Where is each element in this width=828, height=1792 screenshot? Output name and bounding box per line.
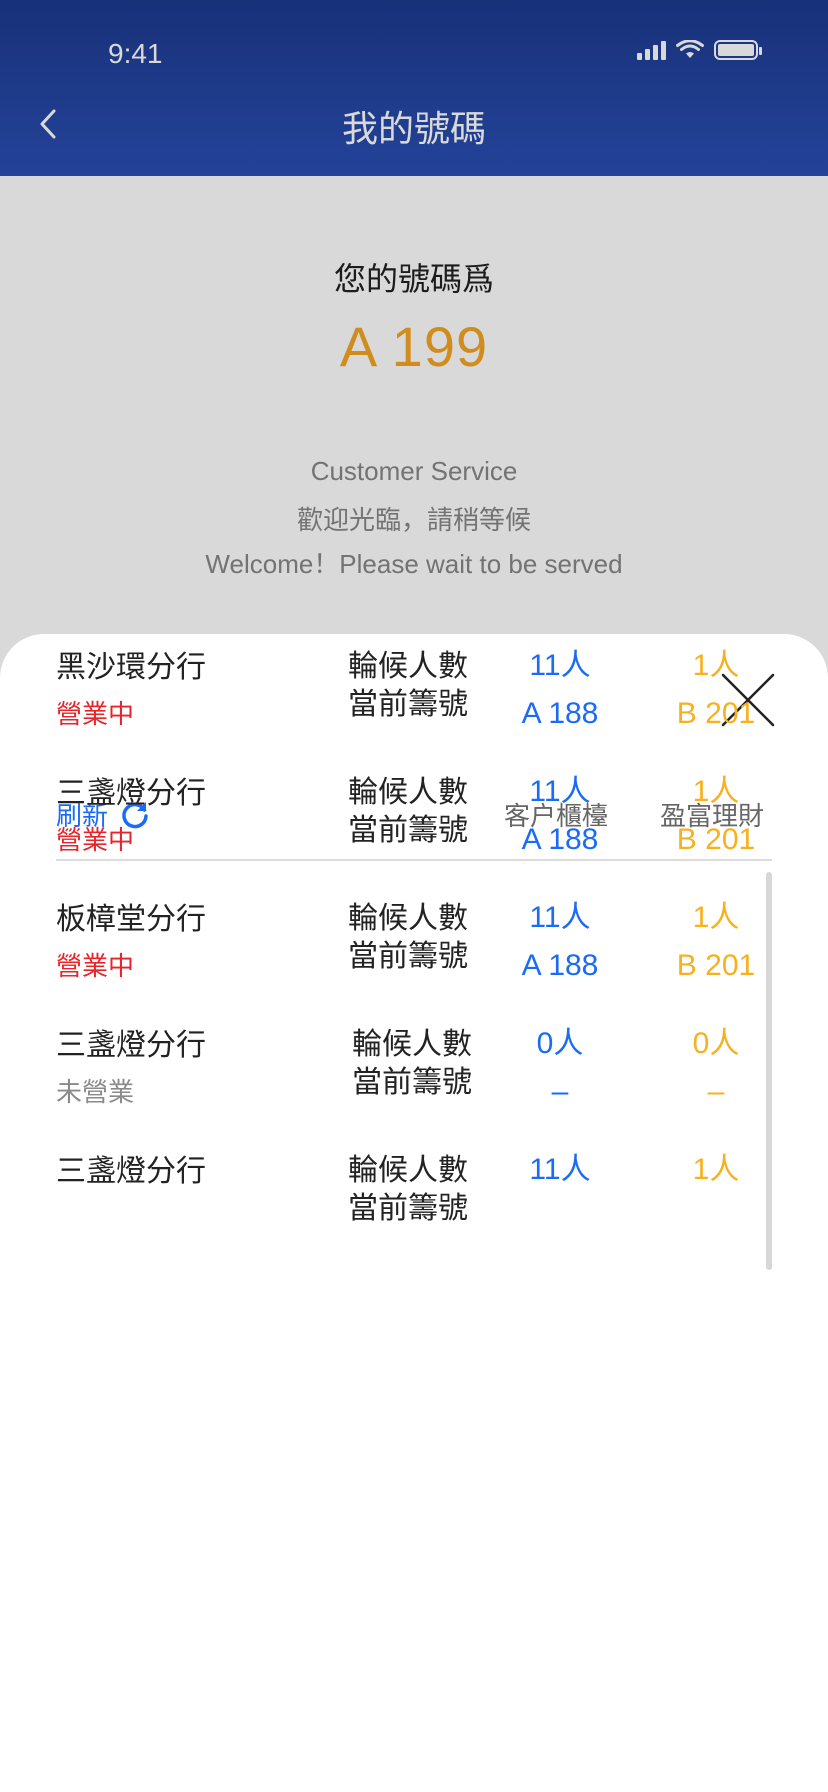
row-labels: 輪候人數 當前籌號	[352, 1026, 472, 1102]
branch-row[interactable]: 三盞燈分行營業中 輪候人數當前籌號 11人 A 188 1人 B 201	[0, 768, 828, 894]
counter-current: A 188	[521, 823, 599, 856]
counter-column: 11人	[510, 1146, 610, 1194]
counter-waiting: 11人	[529, 1153, 591, 1186]
row-labels: 輪候人數 當前籌號	[348, 648, 468, 724]
counter-waiting: 11人	[529, 775, 591, 808]
row-labels: 輪候人數 當前籌號	[348, 900, 468, 976]
wealth-column: 1人	[666, 1146, 766, 1194]
counter-current: –	[551, 1075, 569, 1108]
counter-waiting: 11人	[529, 649, 591, 682]
counter-waiting: 0人	[536, 1027, 584, 1060]
branch-row[interactable]: 板樟堂分行營業中輪候人數當前籌號11人A 1881人B 201	[0, 634, 828, 642]
current-label: 當前籌號	[348, 1192, 468, 1225]
counter-column: 11人 A 188	[510, 894, 610, 990]
wealth-waiting: 1人	[692, 649, 740, 682]
wealth-current: –	[707, 1075, 725, 1108]
branch-status: 營業中	[56, 699, 135, 729]
branch-name: 板樟堂分行	[56, 903, 206, 936]
current-label: 當前籌號	[348, 940, 468, 973]
branch-row[interactable]: 板樟堂分行營業中 輪候人數當前籌號 11人 A 188 1人 B 201	[0, 894, 828, 1020]
waiting-label: 輪候人數	[348, 776, 468, 809]
wealth-column: 1人 B 201	[666, 642, 766, 738]
counter-waiting: 11人	[529, 901, 591, 934]
wealth-current: B 201	[676, 823, 756, 856]
branch-status: 營業中	[56, 951, 135, 981]
wealth-waiting: 0人	[692, 1027, 740, 1060]
wealth-column: 1人 B 201	[666, 894, 766, 990]
current-label: 當前籌號	[348, 688, 468, 721]
waiting-label: 輪候人數	[348, 1154, 468, 1187]
current-label: 當前籌號	[348, 814, 468, 847]
bottom-sheet: 刷新 客户櫃檯 盈富理財 總行營業部營業中輪候人數當前籌號11人A 1881人B…	[0, 634, 828, 1792]
wealth-column: 0人 –	[666, 1020, 766, 1116]
counter-current: A 188	[521, 697, 599, 730]
wealth-waiting: 1人	[692, 775, 740, 808]
counter-column: 0人 –	[510, 1020, 610, 1116]
counter-column: 11人 A 188	[510, 768, 610, 864]
wealth-waiting: 1人	[692, 901, 740, 934]
row-labels: 輪候人數 當前籌號	[348, 774, 468, 850]
counter-current: A 188	[521, 949, 599, 982]
wealth-column: 1人 B 201	[666, 768, 766, 864]
counter-column: 11人 A 188	[510, 642, 610, 738]
wealth-waiting: 1人	[692, 1153, 740, 1186]
waiting-label: 輪候人數	[348, 650, 468, 683]
branch-name: 三盞燈分行	[56, 1029, 206, 1062]
branch-row[interactable]: 三盞燈分行 輪候人數當前籌號 11人 1人	[0, 1146, 828, 1272]
current-label: 當前籌號	[352, 1066, 472, 1099]
branch-row[interactable]: 三盞燈分行未營業 輪候人數當前籌號 0人 – 0人 –	[0, 1020, 828, 1146]
waiting-label: 輪候人數	[352, 1028, 472, 1061]
branch-name: 三盞燈分行	[56, 777, 206, 810]
row-labels: 輪候人數 當前籌號	[348, 1152, 468, 1228]
wealth-current: B 201	[676, 697, 756, 730]
waiting-label: 輪候人數	[348, 902, 468, 935]
branch-status: 未營業	[56, 1077, 135, 1107]
branch-status: 營業中	[56, 825, 135, 855]
branch-name: 黑沙環分行	[56, 651, 206, 684]
branch-row[interactable]: 黑沙環分行營業中 輪候人數當前籌號 11人 A 188 1人 B 201	[0, 642, 828, 768]
branch-name: 三盞燈分行	[56, 1155, 206, 1188]
wealth-current: B 201	[676, 949, 756, 982]
